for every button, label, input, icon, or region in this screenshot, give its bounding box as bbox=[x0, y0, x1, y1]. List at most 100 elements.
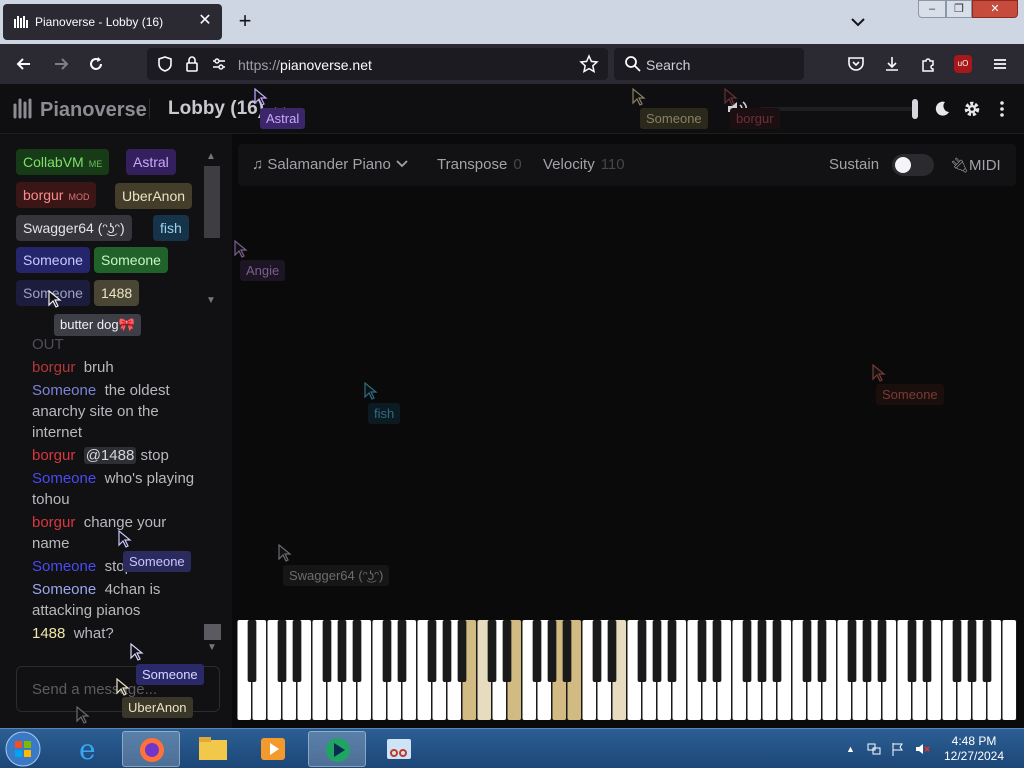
pianoverse-logo[interactable]: Pianoverse bbox=[12, 97, 147, 122]
piano-black-key[interactable] bbox=[442, 620, 452, 682]
user-chip[interactable]: borgur MOD bbox=[16, 182, 97, 208]
user-list-scroll-thumb[interactable] bbox=[204, 166, 220, 238]
piano-black-key[interactable] bbox=[697, 620, 707, 682]
more-vertical-icon[interactable] bbox=[992, 99, 1012, 119]
chat-author[interactable]: borgur bbox=[32, 514, 75, 531]
extensions-icon[interactable] bbox=[918, 54, 938, 74]
piano-black-key[interactable] bbox=[982, 620, 992, 682]
piano-black-key[interactable] bbox=[922, 620, 932, 682]
piano-black-key[interactable] bbox=[952, 620, 962, 682]
media-player-taskbar-button[interactable] bbox=[244, 731, 302, 767]
ublock-origin-icon[interactable]: uO bbox=[954, 55, 972, 73]
room-name[interactable]: Lobby (16) bbox=[168, 98, 264, 120]
pocket-icon[interactable] bbox=[846, 54, 866, 74]
user-chip[interactable]: Astral bbox=[126, 149, 176, 175]
sustain-toggle[interactable] bbox=[892, 154, 934, 176]
user-chip[interactable]: fish bbox=[153, 215, 189, 241]
file-explorer-taskbar-button[interactable] bbox=[184, 731, 242, 767]
volume-slider[interactable] bbox=[760, 99, 918, 119]
piano-white-key[interactable] bbox=[1002, 620, 1017, 720]
network-icon[interactable] bbox=[866, 741, 882, 757]
search-bar[interactable]: Search bbox=[614, 48, 804, 80]
velocity-value[interactable]: 110 bbox=[601, 156, 625, 173]
instrument-select[interactable]: ♫ Salamander Piano bbox=[252, 156, 409, 173]
chat-author[interactable]: Someone bbox=[32, 382, 96, 399]
snipping-tool-taskbar-button[interactable] bbox=[370, 731, 428, 767]
user-chip[interactable]: 1488 bbox=[94, 280, 140, 306]
piano-keyboard[interactable] bbox=[237, 620, 1017, 720]
piano-black-key[interactable] bbox=[907, 620, 917, 682]
user-chip[interactable]: UberAnon bbox=[115, 183, 193, 209]
user-list-scrollbar[interactable]: ▲ ▼ bbox=[203, 148, 220, 308]
piano-black-key[interactable] bbox=[352, 620, 362, 682]
lock-icon[interactable] bbox=[182, 54, 202, 74]
chevron-down-icon[interactable]: ▼ bbox=[206, 642, 218, 654]
hamburger-menu-icon[interactable] bbox=[990, 54, 1010, 74]
browser-tab[interactable]: Pianoverse - Lobby (16) ✕ bbox=[3, 4, 222, 40]
user-chip[interactable]: Swagger64 (ᵔ͜ʖᵔ) bbox=[16, 215, 132, 241]
show-hidden-icons-icon[interactable]: ▲ bbox=[846, 741, 862, 757]
piano-black-key[interactable] bbox=[877, 620, 887, 682]
velocity-control[interactable]: Velocity 110 bbox=[543, 156, 625, 173]
start-button[interactable] bbox=[4, 730, 48, 768]
reload-icon[interactable] bbox=[86, 54, 106, 74]
piano-black-key[interactable] bbox=[817, 620, 827, 682]
piano-black-key[interactable] bbox=[757, 620, 767, 682]
bookmark-star-icon[interactable] bbox=[579, 54, 599, 74]
piano-black-key[interactable] bbox=[592, 620, 602, 682]
piano-black-key[interactable] bbox=[742, 620, 752, 682]
piano-black-key[interactable] bbox=[772, 620, 782, 682]
piano-black-key[interactable] bbox=[847, 620, 857, 682]
piano-black-key[interactable] bbox=[607, 620, 617, 682]
piano-black-key[interactable] bbox=[667, 620, 677, 682]
taskbar-clock[interactable]: 4:48 PM 12/27/2024 bbox=[936, 734, 1012, 764]
chat-author[interactable]: 1488 bbox=[32, 625, 65, 642]
piano-black-key[interactable] bbox=[802, 620, 812, 682]
chat-author[interactable]: borgur bbox=[32, 359, 75, 376]
chat-author[interactable]: Someone bbox=[32, 558, 96, 575]
piano-black-key[interactable] bbox=[487, 620, 497, 682]
piano-black-key[interactable] bbox=[427, 620, 437, 682]
forward-arrow-icon[interactable] bbox=[51, 54, 71, 74]
firefox-taskbar-button[interactable] bbox=[122, 731, 180, 767]
window-maximize-button[interactable]: ❐ bbox=[946, 0, 972, 18]
scroll-up-icon[interactable]: ▲ bbox=[205, 152, 217, 162]
volume-slider-thumb[interactable] bbox=[912, 99, 918, 119]
piano-black-key[interactable] bbox=[322, 620, 332, 682]
piano-black-key[interactable] bbox=[637, 620, 647, 682]
piano-black-key[interactable] bbox=[337, 620, 347, 682]
tab-close-icon[interactable]: ✕ bbox=[196, 12, 214, 30]
chat-author[interactable]: Someone bbox=[32, 470, 96, 487]
back-arrow-icon[interactable] bbox=[14, 54, 34, 74]
list-all-tabs-icon[interactable] bbox=[848, 12, 868, 32]
window-minimize-button[interactable]: – bbox=[918, 0, 946, 18]
transpose-value[interactable]: 0 bbox=[513, 156, 521, 173]
piano-black-key[interactable] bbox=[652, 620, 662, 682]
piano-black-key[interactable] bbox=[862, 620, 872, 682]
piano-black-key[interactable] bbox=[547, 620, 557, 682]
midi-button[interactable]: 🔌︎MIDI bbox=[950, 156, 1001, 174]
chat-scroll-thumb[interactable] bbox=[204, 624, 221, 640]
new-tab-button[interactable]: + bbox=[234, 10, 256, 32]
gear-icon[interactable] bbox=[962, 99, 982, 119]
window-close-button[interactable]: ✕ bbox=[972, 0, 1018, 18]
piano-black-key[interactable] bbox=[712, 620, 722, 682]
volume-muted-icon[interactable] bbox=[914, 741, 930, 757]
piano-black-key[interactable] bbox=[967, 620, 977, 682]
user-chip[interactable]: Someone bbox=[94, 247, 168, 273]
piano-black-key[interactable] bbox=[532, 620, 542, 682]
user-chip[interactable]: CollabVM ME bbox=[16, 149, 110, 175]
piano-black-key[interactable] bbox=[247, 620, 257, 682]
transpose-control[interactable]: Transpose 0 bbox=[437, 156, 522, 173]
collabvm-taskbar-button[interactable] bbox=[308, 731, 366, 767]
internet-explorer-taskbar-button[interactable]: e bbox=[60, 731, 118, 767]
downloads-icon[interactable] bbox=[882, 54, 902, 74]
site-permissions-icon[interactable] bbox=[209, 54, 229, 74]
piano-black-key[interactable] bbox=[457, 620, 467, 682]
user-chip[interactable]: Someone bbox=[16, 247, 90, 273]
piano-black-key[interactable] bbox=[502, 620, 512, 682]
piano-black-key[interactable] bbox=[292, 620, 302, 682]
piano-black-key[interactable] bbox=[562, 620, 572, 682]
chat-mention[interactable]: @1488 bbox=[83, 447, 137, 464]
piano-black-key[interactable] bbox=[277, 620, 287, 682]
